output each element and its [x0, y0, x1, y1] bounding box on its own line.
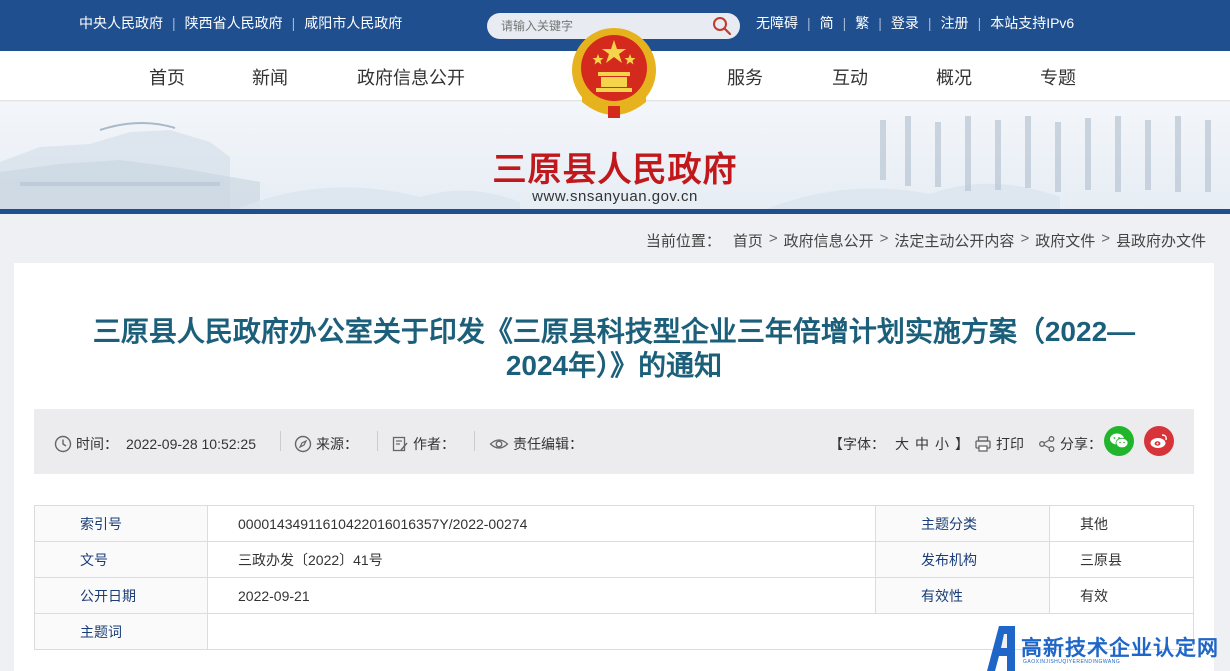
breadcrumb-label: 当前位置：: [645, 233, 721, 250]
watermark-subtext: GAOXINJISHUQIYERENDINGWANG: [1023, 659, 1121, 665]
separator: |: [878, 15, 882, 31]
nav-interaction[interactable]: 互动: [832, 64, 868, 90]
link-xianyang-government[interactable]: 咸阳市人民政府: [304, 13, 402, 33]
simplified-link[interactable]: 简: [820, 13, 834, 33]
divider: [474, 431, 475, 451]
weibo-icon: [1150, 434, 1167, 448]
divider: [280, 431, 281, 451]
article-meta-bar: 时间： 2022-09-28 10:52:25 来源： 作者： 责任编辑： 【字…: [34, 409, 1194, 474]
table-value: 其他: [1049, 505, 1194, 542]
edit-icon: [392, 436, 408, 452]
breadcrumb-separator: >: [1101, 230, 1110, 247]
table-label: 发布机构: [875, 541, 1050, 578]
meta-editor: 责任编辑：: [489, 434, 583, 454]
table-row: 公开日期 2022-09-21 有效性 有效: [34, 577, 1194, 614]
table-label: 主题分类: [875, 505, 1050, 542]
article-title-line: 三原县人民政府办公室关于印发《三原县科技型企业三年倍增计划实施方案（2022—: [92, 316, 1136, 347]
login-link[interactable]: 登录: [891, 13, 919, 33]
link-shaanxi-government[interactable]: 陕西省人民政府: [185, 13, 283, 33]
editor-label: 责任编辑：: [513, 436, 583, 452]
register-link[interactable]: 注册: [941, 13, 969, 33]
nav-home[interactable]: 首页: [149, 64, 185, 90]
nav-gov-info[interactable]: 政府信息公开: [357, 64, 465, 90]
time-value: 2022-09-28 10:52:25: [126, 436, 256, 452]
table-value: 00001434911610422016016357Y/2022-00274: [207, 505, 876, 542]
font-size-large[interactable]: 大: [895, 434, 909, 454]
share-icon: [1039, 436, 1055, 452]
ipv6-badge: 本站支持IPv6: [990, 15, 1075, 31]
nav-services[interactable]: 服务: [727, 64, 763, 90]
watermark-text: 高新技术企业认定网: [1021, 637, 1219, 660]
government-links: 中央人民政府 | 陕西省人民政府 | 咸阳市人民政府: [79, 13, 402, 33]
watermark-logo-icon: [987, 626, 1015, 671]
table-row: 索引号 00001434911610422016016357Y/2022-002…: [34, 505, 1194, 542]
share-control: 分享：: [1038, 434, 1102, 454]
table-label: 公开日期: [34, 577, 208, 614]
meta-author: 作者：: [391, 434, 455, 454]
link-central-government[interactable]: 中央人民政府: [79, 13, 163, 33]
font-size-label: 【字体：: [829, 436, 885, 452]
font-size-control: 【字体： 大 中 小 】: [829, 434, 969, 454]
table-value: 2022-09-21: [207, 577, 876, 614]
share-label: 分享：: [1060, 436, 1102, 452]
weibo-share-button[interactable]: [1144, 426, 1174, 456]
breadcrumb-item[interactable]: 政府文件: [1035, 230, 1095, 251]
banner-divider: [0, 209, 1230, 214]
table-label: 主题词: [34, 613, 208, 650]
table-value: 有效: [1049, 577, 1194, 614]
breadcrumb: 当前位置： 首页 > 政府信息公开 > 法定主动公开内容 > 政府文件 > 县政…: [646, 230, 1206, 251]
print-button[interactable]: 打印: [974, 434, 1024, 454]
breadcrumb-separator: >: [768, 230, 778, 247]
meta-time: 时间： 2022-09-28 10:52:25: [54, 434, 256, 454]
nav-news[interactable]: 新闻: [252, 64, 288, 90]
article-card: 三原县人民政府办公室关于印发《三原县科技型企业三年倍增计划实施方案（2022— …: [14, 263, 1214, 671]
breadcrumb-item[interactable]: 法定主动公开内容: [894, 230, 1014, 251]
time-label: 时间：: [76, 436, 118, 452]
printer-icon: [975, 436, 991, 452]
breadcrumb-item[interactable]: 县政府办文件: [1116, 230, 1206, 251]
site-url: www.snsanyuan.gov.cn: [532, 188, 698, 205]
article-title: 三原县人民政府办公室关于印发《三原县科技型企业三年倍增计划实施方案（2022— …: [54, 315, 1174, 383]
traditional-link[interactable]: 繁: [855, 13, 869, 33]
site-title: 三原县人民政府: [492, 150, 738, 190]
breadcrumb-separator: >: [1020, 230, 1030, 247]
utility-links: 无障碍 | 简 | 繁 | 登录 | 注册 | 本站支持IPv6: [756, 13, 1074, 33]
table-value: 三原县: [1049, 541, 1194, 578]
table-row: 文号 三政办发〔2022〕41号 发布机构 三原县: [34, 541, 1194, 578]
font-size-medium[interactable]: 中: [915, 434, 929, 454]
meta-source: 来源：: [294, 434, 358, 454]
separator: |: [807, 15, 811, 31]
breadcrumb-item[interactable]: 首页: [733, 230, 763, 251]
compass-icon: [294, 435, 312, 453]
search-icon[interactable]: [712, 16, 732, 36]
author-label: 作者：: [413, 436, 455, 452]
article-title-line: 2024年）》的通知: [505, 350, 723, 381]
national-emblem-icon[interactable]: [568, 24, 660, 120]
breadcrumb-separator: >: [879, 230, 889, 247]
separator: |: [927, 15, 932, 31]
print-label: 打印: [996, 436, 1024, 452]
separator: |: [291, 15, 296, 31]
font-size-close: 】: [955, 436, 969, 452]
nav-topics[interactable]: 专题: [1040, 64, 1076, 90]
table-value: 三政办发〔2022〕41号: [207, 541, 876, 578]
table-label: 索引号: [34, 505, 208, 542]
separator: |: [842, 15, 847, 31]
table-label: 有效性: [875, 577, 1050, 614]
clock-icon: [54, 435, 72, 453]
breadcrumb-item[interactable]: 政府信息公开: [784, 230, 874, 251]
separator: |: [977, 15, 982, 31]
source-label: 来源：: [316, 436, 358, 452]
table-label: 文号: [34, 541, 208, 578]
watermark: 高新技术企业认定网 GAOXINJISHUQIYERENDINGWANG: [985, 622, 1230, 671]
eye-icon: [489, 439, 509, 449]
font-size-small[interactable]: 小: [935, 434, 949, 454]
separator: |: [172, 15, 176, 31]
accessibility-link[interactable]: 无障碍: [756, 13, 798, 33]
nav-overview[interactable]: 概况: [936, 64, 972, 90]
divider: [377, 431, 378, 451]
wechat-icon: [1110, 433, 1129, 449]
wechat-share-button[interactable]: [1104, 426, 1134, 456]
